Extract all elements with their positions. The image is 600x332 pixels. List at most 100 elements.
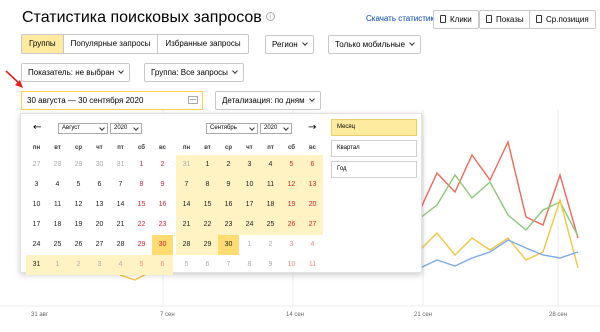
calendar-day[interactable]: 28 (47, 155, 68, 175)
calendar-day[interactable]: 10 (239, 175, 260, 195)
region-dropdown[interactable]: Регион (265, 35, 314, 54)
calendar-day[interactable]: 2 (260, 235, 281, 255)
calendar-day[interactable]: 8 (239, 255, 260, 275)
calendar-day[interactable]: 26 (281, 215, 302, 235)
calendar-day[interactable]: 6 (89, 175, 110, 195)
year-select-august[interactable]: 2020 (110, 123, 142, 134)
calendar-day[interactable]: 14 (176, 195, 197, 215)
calendar-day[interactable]: 5 (131, 255, 152, 275)
calendar-day[interactable]: 24 (26, 235, 47, 255)
calendar-day[interactable]: 24 (239, 215, 260, 235)
calendar-day[interactable]: 3 (281, 235, 302, 255)
device-dropdown[interactable]: Только мобильные (328, 35, 422, 54)
calendar-day[interactable]: 18 (47, 215, 68, 235)
calendar-day[interactable]: 12 (68, 195, 89, 215)
calendar-day[interactable]: 17 (26, 215, 47, 235)
calendar-day[interactable]: 10 (281, 255, 302, 275)
calendar-day[interactable]: 13 (89, 195, 110, 215)
calendar-day[interactable]: 6 (302, 155, 323, 175)
calendar-day[interactable]: 29 (197, 235, 218, 255)
calendar-day[interactable]: 6 (197, 255, 218, 275)
calendar-day[interactable]: 26 (68, 235, 89, 255)
calendar-day[interactable]: 31 (26, 255, 47, 275)
calendar-day[interactable]: 1 (47, 255, 68, 275)
calendar-day[interactable]: 28 (110, 235, 131, 255)
calendar-day[interactable]: 9 (152, 175, 173, 195)
calendar-day[interactable]: 3 (26, 175, 47, 195)
calendar-day[interactable]: 11 (302, 255, 323, 275)
calendar-day[interactable]: 10 (26, 195, 47, 215)
calendar-day[interactable]: 16 (152, 195, 173, 215)
calendar-day[interactable]: 25 (260, 215, 281, 235)
calendar-day[interactable]: 30 (89, 155, 110, 175)
avg-position-button[interactable]: Ср.позиция (529, 10, 596, 29)
calendar-day[interactable]: 3 (239, 155, 260, 175)
month-select-august[interactable]: Август (58, 123, 108, 134)
calendar-day[interactable]: 8 (197, 175, 218, 195)
calendar-day[interactable]: 30 (152, 235, 173, 255)
calendar-day[interactable]: 21 (110, 215, 131, 235)
tab-popular-queries[interactable]: Популярные запросы (62, 35, 158, 53)
calendar-day[interactable]: 17 (239, 195, 260, 215)
calendar-day[interactable]: 7 (176, 175, 197, 195)
calendar-day[interactable]: 22 (197, 215, 218, 235)
tab-favorite-queries[interactable]: Избранные запросы (157, 35, 247, 53)
calendar-day[interactable]: 7 (218, 255, 239, 275)
calendar-day[interactable]: 18 (260, 195, 281, 215)
calendar-day[interactable]: 5 (68, 175, 89, 195)
calendar-day[interactable]: 27 (26, 155, 47, 175)
info-icon[interactable]: i (265, 12, 275, 21)
calendar-day[interactable]: 29 (131, 235, 152, 255)
calendar-day[interactable]: 20 (302, 195, 323, 215)
calendar-day[interactable]: 5 (281, 155, 302, 175)
group-dropdown[interactable]: Группа: Все запросы (144, 63, 244, 82)
prev-month-arrow-icon[interactable]: ← (33, 121, 41, 135)
calendar-day[interactable]: 27 (302, 215, 323, 235)
calendar-day[interactable]: 19 (68, 215, 89, 235)
clicks-button[interactable]: Клики (433, 10, 479, 29)
download-stats-link[interactable]: Скачать статистику (366, 14, 438, 23)
calendar-day[interactable]: 5 (176, 255, 197, 275)
year-select-september[interactable]: 2020 (260, 123, 292, 134)
calendar-day[interactable]: 4 (302, 235, 323, 255)
calendar-day[interactable]: 21 (176, 215, 197, 235)
calendar-day[interactable]: 15 (197, 195, 218, 215)
calendar-day[interactable]: 12 (281, 175, 302, 195)
calendar-day[interactable]: 2 (218, 155, 239, 175)
calendar-day[interactable]: 23 (152, 215, 173, 235)
calendar-day[interactable]: 9 (218, 175, 239, 195)
calendar-day[interactable]: 25 (47, 235, 68, 255)
calendar-day[interactable]: 19 (281, 195, 302, 215)
calendar-day[interactable]: 2 (68, 255, 89, 275)
calendar-day[interactable]: 11 (260, 175, 281, 195)
calendar-day[interactable]: 1 (197, 155, 218, 175)
calendar-day[interactable]: 20 (89, 215, 110, 235)
period-year-button[interactable]: Год (331, 161, 417, 178)
date-range-input[interactable]: 30 августа — 30 сентября 2020 (21, 91, 203, 110)
calendar-day[interactable]: 27 (89, 235, 110, 255)
calendar-day[interactable]: 23 (218, 215, 239, 235)
calendar-day[interactable]: 31 (176, 155, 197, 175)
impressions-button[interactable]: Показы (479, 10, 531, 29)
calendar-day[interactable]: 1 (239, 235, 260, 255)
calendar-day[interactable]: 16 (218, 195, 239, 215)
calendar-day[interactable]: 15 (131, 195, 152, 215)
calendar-day[interactable]: 8 (131, 175, 152, 195)
detail-dropdown[interactable]: Детализация: по дням (215, 91, 321, 110)
calendar-day[interactable]: 28 (176, 235, 197, 255)
period-month-button[interactable]: Месяц (331, 119, 417, 136)
calendar-day[interactable]: 13 (302, 175, 323, 195)
calendar-day[interactable]: 2 (152, 155, 173, 175)
calendar-day[interactable]: 31 (110, 155, 131, 175)
period-quarter-button[interactable]: Квартал (331, 140, 417, 157)
calendar-day[interactable]: 29 (68, 155, 89, 175)
calendar-day[interactable]: 30 (218, 235, 239, 255)
calendar-day[interactable]: 4 (260, 155, 281, 175)
calendar-day[interactable]: 7 (110, 175, 131, 195)
next-month-arrow-icon[interactable]: → (308, 121, 316, 135)
calendar-day[interactable]: 1 (131, 155, 152, 175)
calendar-day[interactable]: 22 (131, 215, 152, 235)
calendar-day[interactable]: 4 (47, 175, 68, 195)
calendar-day[interactable]: 9 (260, 255, 281, 275)
calendar-day[interactable]: 3 (89, 255, 110, 275)
